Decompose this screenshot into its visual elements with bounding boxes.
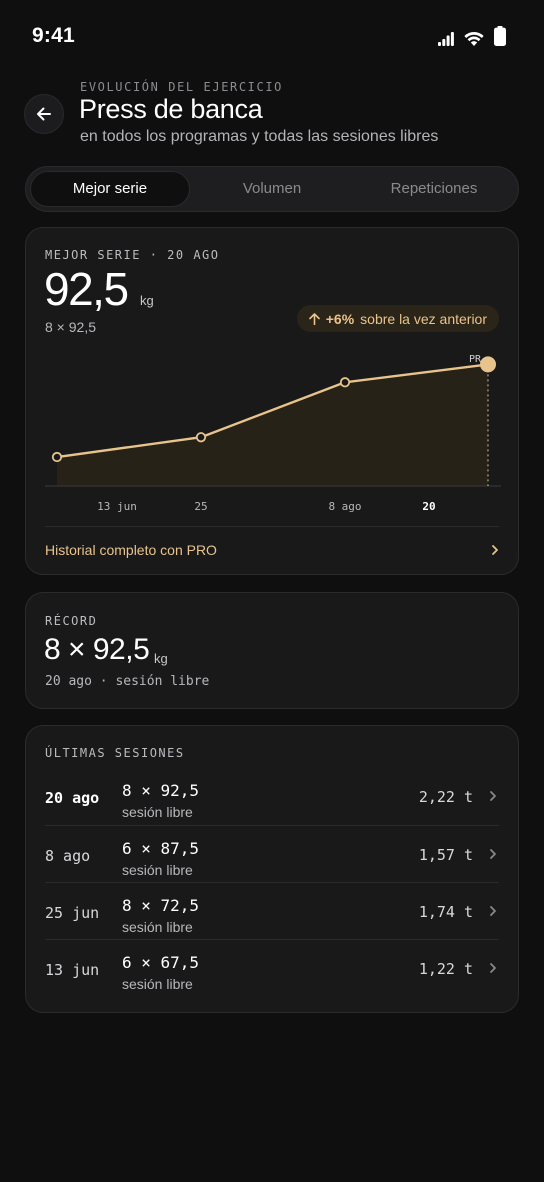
session-row[interactable]: 13 jun 6 × 67,5 sesión libre 1,22 t [45, 939, 499, 996]
session-volume: 1,74 t [418, 903, 473, 921]
session-sets: 8 × 72,5 [122, 896, 200, 915]
best-set-card: MEJOR SERIE · 20 AGO 92,5 kg 8 × 92,5 +6… [25, 227, 519, 575]
session-type: sesión libre [122, 976, 193, 992]
session-row[interactable]: 8 ago 6 × 87,5 sesión libre 1,57 t [45, 825, 499, 882]
best-set-unit: kg [140, 293, 154, 308]
wifi-icon [464, 31, 484, 46]
best-set-value: 92,5 [44, 263, 129, 315]
delta-badge: +6% sobre la vez anterior [296, 305, 499, 332]
x-tick-label: 25 [194, 500, 207, 513]
chevron-right-icon [490, 849, 496, 859]
record-card: RÉCORD 8 × 92,5 kg 20 ago · sesión libre [25, 592, 519, 709]
cellular-signal-icon [438, 32, 454, 46]
x-tick-label: 13 jun [97, 500, 137, 513]
page-title: Press de banca [79, 94, 263, 124]
session-volume: 2,22 t [418, 788, 473, 806]
status-time: 9:41 [32, 24, 75, 47]
delta-text: sobre la vez anterior [360, 310, 487, 327]
session-date: 13 jun [45, 961, 100, 979]
record-eyebrow: RÉCORD [45, 614, 98, 628]
chevron-right-icon [490, 906, 496, 916]
tab-best-set[interactable]: Mejor serie [30, 171, 190, 207]
pr-label: PR [469, 354, 482, 365]
session-type: sesión libre [122, 804, 193, 820]
tab-reps[interactable]: Repeticiones [354, 171, 514, 207]
session-sets: 8 × 92,5 [122, 781, 200, 800]
session-sets: 6 × 67,5 [122, 953, 200, 972]
session-volume: 1,22 t [418, 960, 473, 978]
session-date: 20 ago [45, 789, 100, 807]
back-button[interactable] [24, 94, 64, 134]
data-point-pr [480, 356, 496, 373]
session-volume: 1,57 t [418, 846, 473, 864]
last-sessions-card: ÚLTIMAS SESIONES 20 ago 8 × 92,5 sesión … [25, 725, 519, 1013]
best-set-eyebrow: MEJOR SERIE · 20 AGO [45, 248, 220, 262]
record-meta: 20 ago · sesión libre [45, 674, 210, 689]
pro-history-label: Historial completo con PRO [45, 541, 217, 558]
arrow-left-icon [37, 107, 51, 121]
session-sets: 6 × 87,5 [122, 839, 200, 858]
session-type: sesión libre [122, 862, 193, 878]
delta-percent: +6% [325, 310, 355, 327]
chart-area [57, 364, 488, 486]
page-subtitle: en todos los programas y todas las sesio… [80, 128, 439, 145]
battery-icon [494, 26, 506, 46]
chevron-right-icon [490, 791, 496, 801]
data-point [339, 377, 351, 388]
session-row[interactable]: 20 ago 8 × 92,5 sesión libre 2,22 t [45, 768, 499, 825]
best-set-chart: PR 13 jun 25 8 ago 20 [45, 354, 501, 513]
sessions-eyebrow: ÚLTIMAS SESIONES [45, 746, 185, 760]
record-unit: kg [154, 651, 168, 666]
record-value: 8 × 92,5 [44, 633, 150, 666]
session-date: 8 ago [45, 847, 91, 865]
page-eyebrow: EVOLUCIÓN DEL EJERCICIO [80, 80, 283, 94]
session-row[interactable]: 25 jun 8 × 72,5 sesión libre 1,74 t [45, 882, 499, 939]
data-point [195, 432, 207, 443]
chevron-right-icon [492, 544, 498, 555]
data-point [51, 451, 63, 463]
chevron-right-icon [490, 963, 496, 973]
pro-history-link[interactable]: Historial completo con PRO [45, 526, 499, 572]
status-icons [438, 26, 506, 46]
x-tick-label: 8 ago [328, 500, 361, 513]
page-header: EVOLUCIÓN DEL EJERCICIO Press de banca e… [24, 76, 520, 156]
tab-volume[interactable]: Volumen [192, 171, 352, 207]
best-set-detail: 8 × 92,5 [45, 319, 96, 335]
status-bar: 9:41 [0, 0, 544, 72]
session-date: 25 jun [45, 904, 100, 922]
metric-tabs: Mejor serie Volumen Repeticiones [25, 166, 519, 212]
x-tick-label: 20 [422, 500, 435, 513]
session-type: sesión libre [122, 919, 193, 935]
arrow-up-icon [308, 312, 320, 325]
